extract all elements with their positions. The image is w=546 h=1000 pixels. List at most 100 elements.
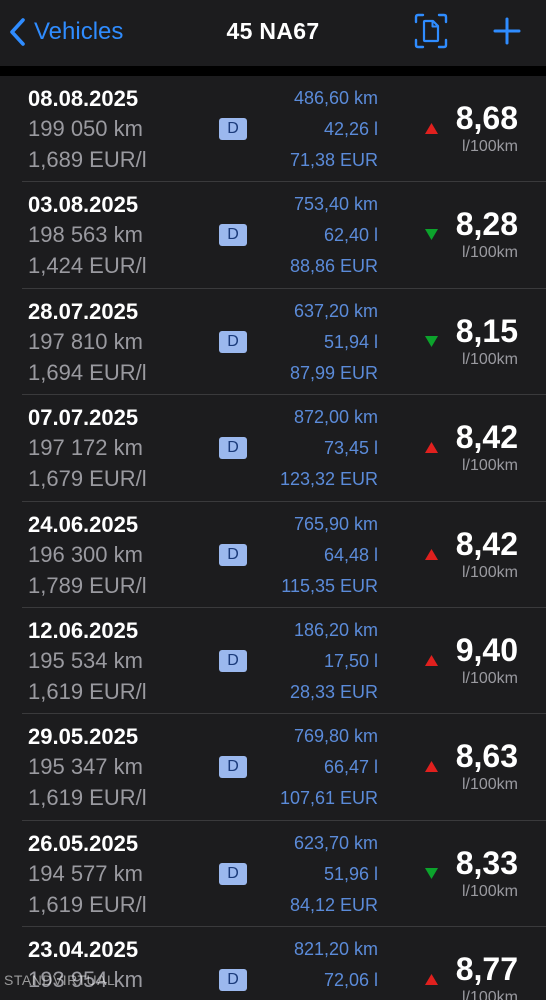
entry-price-per-liter: 1,424 EUR/l [28, 253, 147, 279]
entry-distance: 765,90 km [293, 513, 378, 534]
entry-date: 29.05.2025 [28, 724, 139, 750]
entry-consumption: 8,68 [455, 100, 518, 136]
entry-volume: 66,47 l [323, 757, 378, 778]
navigation-bar: Vehicles 45 NA67 [0, 0, 546, 66]
entry-consumption-unit: l/100km [461, 882, 518, 900]
fuel-type-badge: D [219, 649, 247, 672]
entry-odometer: 194 577 km [28, 860, 143, 886]
trend-down-icon [425, 335, 438, 347]
trend-down-icon [425, 229, 438, 241]
plus-icon [493, 17, 521, 45]
entry-consumption-unit: l/100km [461, 350, 518, 368]
entry-odometer: 195 534 km [28, 647, 143, 673]
entry-price-per-liter: 1,679 EUR/l [28, 466, 147, 492]
fuel-type-badge: D [219, 330, 247, 353]
fuel-entry-row[interactable]: 26.05.2025 194 577 km 1,619 EUR/l D 623,70 k… [0, 821, 546, 928]
entry-cost: 123,32 EUR [279, 469, 378, 490]
entry-consumption: 9,40 [455, 631, 518, 668]
fuel-type-badge: D [219, 862, 247, 885]
entry-consumption-unit: l/100km [461, 138, 518, 155]
fuel-entry-row[interactable]: 08.08.2025 199 050 km 1,689 EUR/l D 486,60 k… [0, 76, 546, 183]
entry-consumption-unit: l/100km [461, 457, 518, 475]
trend-up-icon [425, 548, 438, 560]
entry-cost: 87,99 EUR [289, 362, 378, 383]
fuel-entry-row[interactable]: 29.05.2025 195 347 km 1,619 EUR/l D 769,80 k… [0, 714, 546, 822]
fuel-entry-list[interactable]: 08.08.2025 199 050 km 1,689 EUR/l D 486,60 k… [0, 76, 546, 1000]
entry-consumption-unit: l/100km [461, 776, 518, 794]
entry-distance: 186,20 km [293, 619, 378, 640]
entry-date: 24.06.2025 [28, 511, 139, 537]
entry-price-per-liter: 1,619 EUR/l [28, 785, 147, 811]
entry-distance: 821,20 km [293, 939, 378, 960]
entry-odometer: 199 050 km [28, 116, 143, 141]
fuel-entry-row[interactable]: 24.06.2025 196 300 km 1,789 EUR/l D 765,90 k… [0, 502, 546, 609]
fuel-type-badge: D [219, 118, 247, 140]
entry-date: 08.08.2025 [28, 86, 139, 111]
entry-price-per-liter: 1,694 EUR/l [28, 359, 147, 385]
entry-price-per-liter: 1,789 EUR/l [28, 572, 147, 598]
entry-consumption: 8,15 [455, 312, 518, 349]
entry-consumption-unit: l/100km [461, 244, 518, 262]
trend-up-icon [425, 974, 438, 986]
fuel-entry-row[interactable]: 12.06.2025 195 534 km 1,619 EUR/l D 186,20 k… [0, 608, 546, 715]
entry-cost: 84,12 EUR [289, 894, 378, 915]
fuel-type-badge: D [219, 224, 247, 247]
entry-odometer: 195 347 km [28, 754, 143, 780]
entry-distance: 623,70 km [293, 832, 378, 853]
fuel-type-badge: D [219, 969, 247, 992]
entry-distance: 753,40 km [293, 194, 378, 215]
entry-odometer: 198 563 km [28, 222, 143, 248]
entry-consumption-unit: l/100km [461, 989, 518, 1000]
entry-volume: 17,50 l [323, 650, 378, 671]
entry-price-per-liter: 1,619 EUR/l [28, 891, 147, 917]
entry-consumption: 8,63 [455, 738, 518, 775]
fuel-entry-row[interactable]: 23.04.2025 193 954 km D 821,20 km 72,06 l 8,7… [0, 927, 546, 1000]
entry-date: 12.06.2025 [28, 617, 139, 643]
entry-distance: 872,00 km [293, 407, 378, 428]
fuel-type-badge: D [219, 543, 247, 566]
trend-up-icon [425, 761, 438, 773]
entry-date: 23.04.2025 [28, 937, 139, 963]
entry-cost: 28,33 EUR [289, 681, 378, 702]
page-title: 45 NA67 [226, 18, 320, 44]
entry-volume: 72,06 l [323, 970, 378, 991]
entry-cost: 88,86 EUR [289, 256, 378, 277]
watermark: STANDVIRTUAL [4, 972, 116, 988]
entry-price-per-liter: 1,689 EUR/l [28, 147, 147, 172]
entry-volume: 51,94 l [323, 331, 378, 352]
entry-consumption-unit: l/100km [461, 563, 518, 581]
trend-down-icon [425, 867, 438, 879]
fuel-entry-row[interactable]: 07.07.2025 197 172 km 1,679 EUR/l D 872,00 k… [0, 395, 546, 502]
entry-cost: 115,35 EUR [281, 575, 378, 596]
entry-consumption: 8,28 [455, 206, 518, 243]
entry-odometer: 196 300 km [28, 541, 143, 567]
entry-consumption: 8,42 [455, 419, 518, 456]
scan-document-icon [414, 13, 448, 49]
entry-volume: 42,26 l [323, 119, 378, 139]
entry-distance: 486,60 km [293, 88, 378, 108]
trend-up-icon [425, 442, 438, 454]
entry-volume: 64,48 l [323, 544, 378, 565]
entry-date: 26.05.2025 [28, 830, 139, 856]
entry-date: 28.07.2025 [28, 298, 139, 324]
trend-up-icon [425, 123, 438, 134]
add-entry-button[interactable] [492, 16, 522, 46]
fuel-type-badge: D [219, 437, 247, 460]
trend-up-icon [425, 654, 438, 666]
entry-volume: 73,45 l [323, 438, 378, 459]
entry-volume: 62,40 l [323, 225, 378, 246]
entry-distance: 769,80 km [293, 726, 378, 747]
fuel-type-badge: D [219, 756, 247, 779]
fuel-entry-row[interactable]: 28.07.2025 197 810 km 1,694 EUR/l D 637,20 k… [0, 289, 546, 396]
entry-cost: 71,38 EUR [289, 150, 378, 170]
entry-price-per-liter: 1,619 EUR/l [28, 678, 147, 704]
entry-odometer: 197 172 km [28, 435, 143, 461]
entry-cost: 107,61 EUR [279, 788, 378, 809]
entry-consumption: 8,42 [455, 525, 518, 562]
entry-distance: 637,20 km [293, 300, 378, 321]
entry-consumption: 8,77 [455, 951, 518, 988]
entry-volume: 51,96 l [323, 863, 378, 884]
fuel-entry-row[interactable]: 03.08.2025 198 563 km 1,424 EUR/l D 753,40 k… [0, 182, 546, 290]
entry-consumption-unit: l/100km [461, 669, 518, 687]
scan-document-button[interactable] [414, 13, 448, 49]
